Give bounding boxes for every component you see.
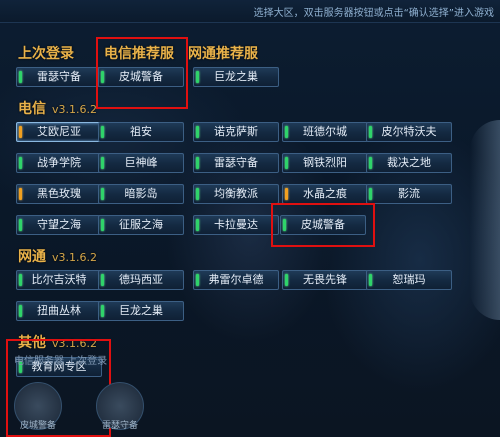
server-button-label: 裁决之地 (387, 156, 431, 169)
server-button-telecom-14[interactable]: 影流 (366, 184, 452, 204)
server-button-label: 班德尔城 (303, 125, 347, 138)
status-indicator-icon (196, 274, 199, 286)
server-button-telecom-6[interactable]: 巨神峰 (98, 153, 184, 173)
server-button-telecom-11[interactable]: 暗影岛 (98, 184, 184, 204)
status-indicator-icon (19, 126, 22, 138)
server-button-label: 雷瑟守备 (37, 70, 81, 83)
server-button-label: 诺克萨斯 (214, 125, 258, 138)
status-indicator-icon (19, 157, 22, 169)
server-button-label: 德玛西亚 (119, 273, 163, 286)
server-button-telecom-4[interactable]: 皮尔特沃夫 (366, 122, 452, 142)
server-button-label: 比尔吉沃特 (31, 273, 87, 286)
server-button-label: 巨龙之巢 (119, 304, 163, 317)
server-button-netcom-2[interactable]: 弗雷尔卓德 (193, 270, 279, 290)
server-button-label: 巨龙之巢 (214, 70, 258, 83)
status-indicator-icon (19, 274, 22, 286)
server-button-label: 战争学院 (37, 156, 81, 169)
server-button-label: 征服之海 (119, 218, 163, 231)
server-button-netcom-rec-0[interactable]: 巨龙之巢 (193, 67, 279, 87)
server-button-telecom-0[interactable]: 艾欧尼亚 (16, 122, 102, 142)
status-indicator-icon (101, 126, 104, 138)
server-button-label: 扭曲丛林 (37, 304, 81, 317)
section-telecom-version: v3.1.6.2 (52, 103, 97, 116)
server-button-telecom-16[interactable]: 征服之海 (98, 215, 184, 235)
server-button-label: 影流 (398, 187, 420, 200)
status-indicator-icon (285, 126, 288, 138)
server-button-label: 无畏先锋 (303, 273, 347, 286)
emblem-label-1: 皮城警备 (19, 421, 56, 431)
status-indicator-icon (369, 157, 372, 169)
server-button-label: 卡拉曼达 (214, 218, 258, 231)
section-netcom: 网通 v3.1.6.2 (18, 246, 97, 266)
server-button-telecom-7[interactable]: 雷瑟守备 (193, 153, 279, 173)
server-button-telecom-2[interactable]: 诺克萨斯 (193, 122, 279, 142)
right-decoration (470, 120, 500, 320)
server-button-telecom-1[interactable]: 祖安 (98, 122, 184, 142)
status-indicator-icon (196, 126, 199, 138)
status-indicator-icon (101, 188, 104, 200)
server-button-label: 雷瑟守备 (214, 156, 258, 169)
status-indicator-icon (101, 305, 104, 317)
server-button-label: 钢铁烈阳 (303, 156, 347, 169)
server-button-label: 暗影岛 (124, 187, 158, 200)
status-indicator-icon (196, 71, 199, 83)
server-button-netcom-1[interactable]: 德玛西亚 (98, 270, 184, 290)
section-telecom: 电信 v3.1.6.2 (18, 98, 97, 118)
server-button-label: 弗雷尔卓德 (208, 273, 264, 286)
server-button-netcom-6[interactable]: 巨龙之巢 (98, 301, 184, 321)
section-netcom-label: 网通 (18, 249, 46, 265)
status-indicator-icon (19, 71, 22, 83)
status-indicator-icon (369, 126, 372, 138)
server-button-label: 恕瑞玛 (392, 273, 426, 286)
section-telecom-label: 电信 (18, 101, 46, 117)
instruction-hint: 选择大区，双击服务器按钮或点击“确认选择”进入游戏 (253, 8, 494, 19)
bottom-faded-tabs: 电信服务器 上次登录 (14, 356, 108, 367)
server-button-telecom-8[interactable]: 钢铁烈阳 (282, 153, 368, 173)
status-indicator-icon (19, 219, 22, 231)
status-indicator-icon (285, 188, 288, 200)
highlight-box-picheng (271, 203, 375, 247)
status-indicator-icon (196, 188, 199, 200)
server-button-netcom-0[interactable]: 比尔吉沃特 (16, 270, 102, 290)
status-indicator-icon (285, 274, 288, 286)
server-button-netcom-4[interactable]: 恕瑞玛 (366, 270, 452, 290)
status-indicator-icon (101, 157, 104, 169)
server-button-label: 守望之海 (37, 218, 81, 231)
status-indicator-icon (285, 157, 288, 169)
server-button-label: 皮尔特沃夫 (381, 125, 437, 138)
server-button-label: 祖安 (130, 125, 152, 138)
section-netcom-recommended: 网通推荐服 (188, 46, 258, 62)
emblem-avatar-2: 雷瑟守备 (96, 382, 144, 431)
server-button-label: 艾欧尼亚 (37, 125, 81, 138)
status-indicator-icon (19, 305, 22, 317)
top-bar: 选择大区，双击服务器按钮或点击“确认选择”进入游戏 (0, 0, 500, 23)
section-netcom-version: v3.1.6.2 (52, 251, 97, 264)
server-button-telecom-3[interactable]: 班德尔城 (282, 122, 368, 142)
server-button-telecom-13[interactable]: 水晶之痕 (282, 184, 368, 204)
status-indicator-icon (101, 274, 104, 286)
server-button-netcom-5[interactable]: 扭曲丛林 (16, 301, 102, 321)
status-indicator-icon (196, 157, 199, 169)
server-button-telecom-5[interactable]: 战争学院 (16, 153, 102, 173)
server-button-telecom-15[interactable]: 守望之海 (16, 215, 102, 235)
server-button-label: 巨神峰 (124, 156, 158, 169)
server-button-recent-0[interactable]: 雷瑟守备 (16, 67, 102, 87)
emblem-avatar-1: 皮城警备 (14, 382, 62, 431)
server-button-label: 黑色玫瑰 (37, 187, 81, 200)
status-indicator-icon (369, 274, 372, 286)
server-button-netcom-3[interactable]: 无畏先锋 (282, 270, 368, 290)
server-button-telecom-9[interactable]: 裁决之地 (366, 153, 452, 173)
server-button-label: 水晶之痕 (303, 187, 347, 200)
emblem-label-2: 雷瑟守备 (101, 421, 138, 431)
server-button-label: 均衡教派 (214, 187, 258, 200)
server-button-telecom-10[interactable]: 黑色玫瑰 (16, 184, 102, 204)
server-button-telecom-17[interactable]: 卡拉曼达 (193, 215, 279, 235)
server-button-telecom-12[interactable]: 均衡教派 (193, 184, 279, 204)
status-indicator-icon (19, 188, 22, 200)
status-indicator-icon (369, 188, 372, 200)
status-indicator-icon (196, 219, 199, 231)
highlight-box-telecom-recommended (96, 37, 188, 109)
status-indicator-icon (101, 219, 104, 231)
section-recent: 上次登录 (18, 46, 74, 62)
